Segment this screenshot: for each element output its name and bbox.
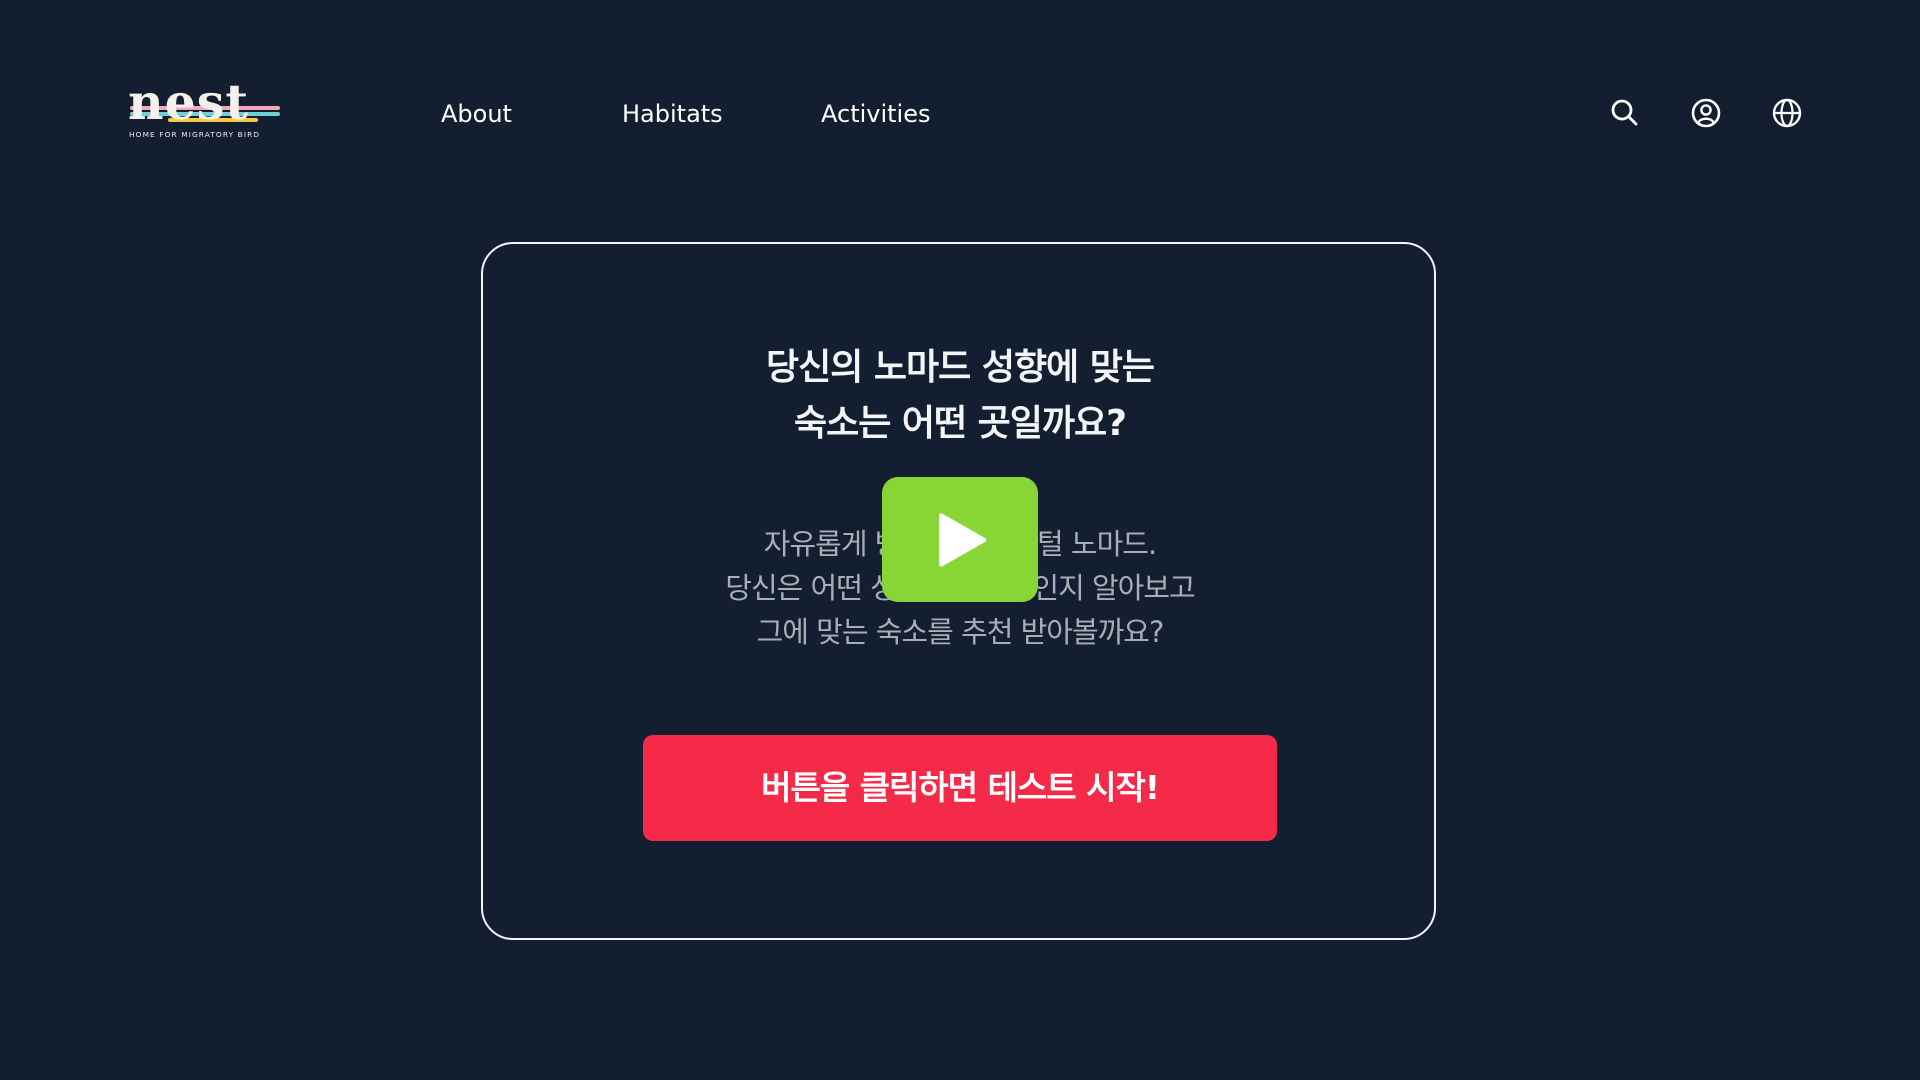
nav-about[interactable]: About (441, 96, 512, 132)
hero-headline: 당신의 노마드 성향에 맞는 숙소는 어떤 곳일까요? (0, 340, 1920, 452)
search-icon[interactable] (1608, 96, 1642, 130)
nav-activities[interactable]: Activities (821, 96, 931, 132)
hero-headline-line-1: 당신의 노마드 성향에 맞는 (766, 347, 1155, 388)
nest-logo[interactable]: nest HOME FOR MIGRATORY BIRD (128, 74, 284, 142)
play-icon (939, 513, 987, 567)
hero-headline-line-2: 숙소는 어떤 곳일까요? (793, 403, 1127, 444)
logo-tagline: HOME FOR MIGRATORY BIRD (129, 130, 261, 139)
logo-wordmark: nest (128, 73, 250, 131)
nav-habitats[interactable]: Habitats (622, 96, 723, 132)
user-account-icon[interactable] (1689, 96, 1723, 130)
play-video-button[interactable] (882, 477, 1038, 602)
hero-description-line-3: 그에 맞는 숙소를 추천 받아볼까요? (756, 615, 1165, 649)
start-test-button[interactable]: 버튼을 클릭하면 테스트 시작! (643, 735, 1277, 841)
globe-language-icon[interactable] (1770, 96, 1804, 130)
site-header: nest HOME FOR MIGRATORY BIRD About Habit… (0, 0, 1920, 170)
